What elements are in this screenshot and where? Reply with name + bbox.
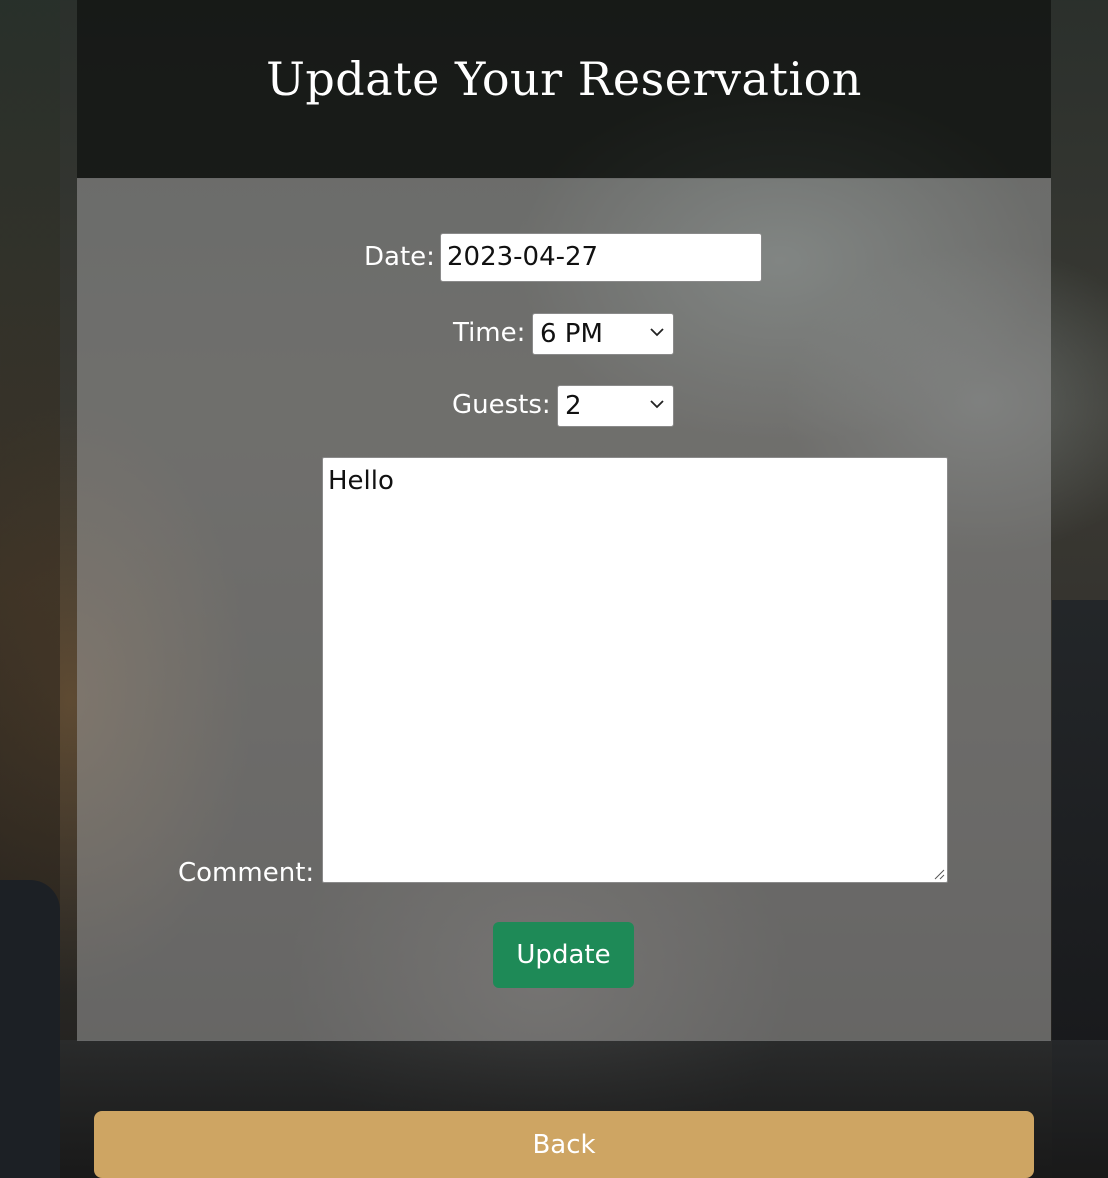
reservation-card: Update Your Reservation Date: 2023-04-27… — [77, 0, 1051, 1041]
background-chair — [0, 880, 60, 1178]
date-label: Date: — [364, 242, 435, 272]
comment-label: Comment: — [178, 858, 315, 888]
resize-handle-icon[interactable] — [933, 868, 945, 880]
guests-select[interactable]: 2 — [557, 385, 674, 427]
chevron-down-icon — [650, 328, 664, 337]
time-select[interactable]: 6 PM — [532, 313, 674, 355]
page-title: Update Your Reservation — [266, 52, 862, 106]
guests-label: Guests: — [452, 390, 551, 420]
chevron-down-icon — [650, 400, 664, 409]
back-button[interactable]: Back — [94, 1111, 1034, 1178]
guests-select-value: 2 — [565, 391, 582, 421]
time-label: Time: — [453, 318, 526, 348]
time-select-value: 6 PM — [540, 319, 603, 349]
comment-text: Hello — [328, 466, 394, 496]
comment-textarea[interactable]: Hello — [322, 457, 948, 883]
reservation-form: Date: 2023-04-27 Time: 6 PM Guests: 2 Co… — [77, 178, 1051, 1041]
card-header: Update Your Reservation — [77, 0, 1051, 179]
date-input[interactable]: 2023-04-27 — [440, 233, 762, 282]
update-button[interactable]: Update — [493, 922, 634, 988]
